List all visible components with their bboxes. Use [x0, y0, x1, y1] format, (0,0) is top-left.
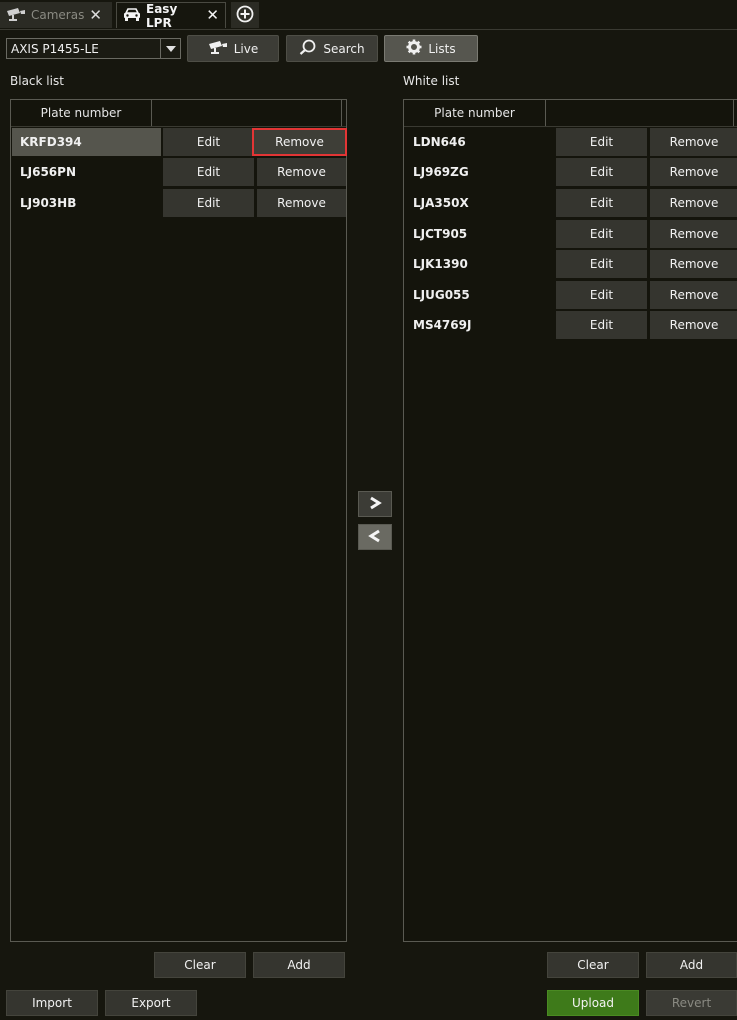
- edit-button[interactable]: Edit: [556, 311, 647, 339]
- plate-number-column-header[interactable]: Plate number: [404, 100, 546, 126]
- close-icon[interactable]: ✕: [206, 8, 219, 23]
- remove-button[interactable]: Remove: [257, 158, 346, 186]
- empty-column-header: [152, 100, 342, 126]
- car-icon: [123, 7, 141, 24]
- search-button[interactable]: Search: [286, 35, 378, 62]
- plate-number: MS4769J: [413, 318, 472, 332]
- revert-button[interactable]: Revert: [646, 990, 737, 1016]
- lists-button[interactable]: Lists: [384, 35, 478, 62]
- plate-number: LJUG055: [413, 288, 470, 302]
- white-list-clear-button[interactable]: Clear: [547, 952, 639, 978]
- empty-column-header: [546, 100, 734, 126]
- tab-easy-lpr[interactable]: Easy LPR ✕: [116, 1, 226, 30]
- tab-cameras[interactable]: Cameras ✕: [0, 2, 112, 28]
- black-list-clear-button[interactable]: Clear: [154, 952, 246, 978]
- export-button[interactable]: Export: [105, 990, 197, 1016]
- gear-icon: [406, 39, 422, 58]
- edit-button[interactable]: Edit: [163, 189, 254, 217]
- edit-button[interactable]: Edit: [163, 128, 254, 156]
- table-row[interactable]: LJ903HB: [12, 189, 161, 217]
- camera-icon: [6, 7, 26, 24]
- camera-icon: [208, 40, 228, 57]
- plus-circle-icon: [236, 5, 254, 26]
- table-row[interactable]: LJA350X: [405, 189, 554, 217]
- white-list-add-button[interactable]: Add: [646, 952, 737, 978]
- edit-button[interactable]: Edit: [556, 189, 647, 217]
- edit-button[interactable]: Edit: [556, 158, 647, 186]
- black-list-title: Black list: [10, 74, 64, 88]
- chevron-right-icon: [368, 496, 382, 513]
- close-icon[interactable]: ✕: [89, 7, 102, 23]
- plate-number: LJCT905: [413, 227, 468, 241]
- camera-select[interactable]: AXIS P1455-LE: [6, 38, 181, 59]
- edit-button[interactable]: Edit: [556, 128, 647, 156]
- upload-button[interactable]: Upload: [547, 990, 639, 1016]
- search-button-label: Search: [323, 41, 365, 56]
- plate-number: LDN646: [413, 135, 466, 149]
- table-row[interactable]: LJK1390: [405, 250, 554, 278]
- remove-button[interactable]: Remove: [650, 281, 737, 309]
- table-row[interactable]: LJ969ZG: [405, 158, 554, 186]
- lists-button-label: Lists: [428, 41, 456, 56]
- chevron-down-icon[interactable]: [160, 39, 180, 58]
- plate-number: LJ969ZG: [413, 165, 469, 179]
- move-to-black-list-button[interactable]: [358, 524, 392, 550]
- remove-button[interactable]: Remove: [650, 128, 737, 156]
- plate-number: LJA350X: [413, 196, 469, 210]
- white-list-title: White list: [403, 74, 460, 88]
- remove-button[interactable]: Remove: [650, 158, 737, 186]
- remove-button[interactable]: Remove: [650, 311, 737, 339]
- edit-button[interactable]: Edit: [163, 158, 254, 186]
- white-list-header: Plate number: [404, 100, 737, 127]
- black-list-add-button[interactable]: Add: [253, 952, 345, 978]
- import-button[interactable]: Import: [6, 990, 98, 1016]
- remove-button[interactable]: Remove: [252, 128, 347, 156]
- add-tab-button[interactable]: [231, 2, 259, 28]
- plate-number: LJ903HB: [20, 196, 77, 210]
- live-button[interactable]: Live: [187, 35, 279, 62]
- plate-number-column-header[interactable]: Plate number: [11, 100, 152, 126]
- remove-button[interactable]: Remove: [650, 250, 737, 278]
- white-list-table: Plate number LDN646 Edit Remove LJ969ZG …: [403, 99, 737, 942]
- camera-select-value: AXIS P1455-LE: [11, 41, 99, 56]
- move-to-white-list-button[interactable]: [358, 491, 392, 517]
- table-row[interactable]: LJ656PN: [12, 158, 161, 186]
- edit-button[interactable]: Edit: [556, 220, 647, 248]
- plate-number: LJ656PN: [20, 165, 76, 179]
- edit-button[interactable]: Edit: [556, 250, 647, 278]
- table-row[interactable]: KRFD394: [12, 128, 161, 156]
- remove-button[interactable]: Remove: [650, 189, 737, 217]
- plate-number: KRFD394: [20, 135, 82, 149]
- chevron-left-icon: [368, 529, 382, 546]
- table-row[interactable]: MS4769J: [405, 311, 554, 339]
- edit-button[interactable]: Edit: [556, 281, 647, 309]
- tab-bar: Cameras ✕ Easy LPR ✕: [0, 0, 737, 30]
- search-icon: [299, 39, 317, 58]
- black-list-header: Plate number: [11, 100, 346, 127]
- tab-cameras-label: Cameras: [31, 8, 85, 22]
- live-button-label: Live: [233, 41, 259, 56]
- black-list-table: Plate number KRFD394 Edit Remove LJ656PN…: [10, 99, 347, 942]
- table-row[interactable]: LDN646: [405, 128, 554, 156]
- table-row[interactable]: LJCT905: [405, 220, 554, 248]
- table-row[interactable]: LJUG055: [405, 281, 554, 309]
- remove-button[interactable]: Remove: [650, 220, 737, 248]
- remove-button[interactable]: Remove: [257, 189, 346, 217]
- tab-easy-lpr-label: Easy LPR: [146, 1, 178, 30]
- plate-number: LJK1390: [413, 257, 468, 271]
